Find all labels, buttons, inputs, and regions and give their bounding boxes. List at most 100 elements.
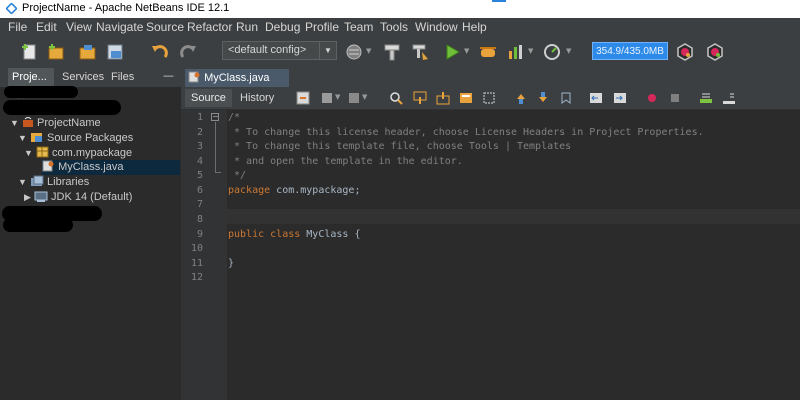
tree-item-project[interactable]: ▼ ProjectName [10,116,101,131]
last-edit-icon[interactable] [296,91,310,105]
menu-debug[interactable]: Debug [265,20,300,34]
globe-dropdown-icon[interactable]: ▼ [366,47,371,55]
debug-icon[interactable] [478,42,498,62]
fold-guide-end [215,172,221,173]
code-line[interactable]: * To change this template file, choose T… [228,141,571,152]
uncomment-icon[interactable] [722,91,736,105]
code-line[interactable]: */ [228,170,246,181]
configuration-select[interactable]: <default config> ▼ [222,41,337,60]
tree-item-package[interactable]: ▼ com.mypackage [24,146,132,161]
tab-files[interactable]: Files [107,68,138,87]
next-bookmark-icon[interactable] [536,91,550,105]
shift-right-icon[interactable] [613,91,627,105]
netbeans-logo-icon [5,2,18,15]
forward-icon[interactable] [347,91,361,105]
stop-macro-icon[interactable] [668,91,682,105]
menu-tools[interactable]: Tools [380,20,408,34]
line-number: 2 [196,127,203,138]
tree-label: Libraries [47,176,90,188]
redacted-area [3,218,73,232]
menu-edit[interactable]: Edit [36,20,57,34]
profile-icon[interactable] [506,42,526,62]
tree-item-jdk[interactable]: ▶ JDK 14 (Default) [24,190,132,205]
chevron-down-icon[interactable]: ▼ [319,42,336,59]
menu-help[interactable]: Help [462,20,487,34]
gauge-dropdown-icon[interactable]: ▼ [566,47,571,55]
profile-dropdown-icon[interactable]: ▼ [528,47,533,55]
code-line[interactable]: public class MyClass { [228,229,360,240]
build-icon[interactable] [382,42,402,62]
toggle-highlight-icon[interactable] [459,91,473,105]
code-line[interactable]: /* [228,112,240,123]
code-text: com.mypackage; [270,185,361,196]
line-number-gutter [181,110,207,400]
shift-left-icon[interactable] [589,91,603,105]
menu-navigate[interactable]: Navigate [96,20,143,34]
editor-toolbar: Source History ▼ ▼ [181,87,800,110]
expanded-arrow-icon[interactable]: ▼ [18,133,27,143]
gc-heap-icon[interactable] [705,42,725,62]
globe-icon[interactable] [344,42,364,62]
history-view-button[interactable]: History [234,89,280,107]
menu-team[interactable]: Team [344,20,373,34]
toggle-bookmark-icon[interactable] [559,91,573,105]
window-title: ProjectName - Apache NetBeans IDE 12.1 [22,2,230,14]
find-selection-icon[interactable] [389,91,403,105]
open-project-icon[interactable] [78,42,98,62]
line-number: 8 [196,214,203,225]
tree-item-source-packages[interactable]: ▼ Source Packages [18,131,133,146]
code-keyword: class [270,229,301,240]
previous-bookmark-icon[interactable] [514,91,528,105]
code-line[interactable]: * To change this license header, choose … [228,127,704,138]
find-previous-icon[interactable] [413,91,427,105]
package-icon [36,146,49,158]
menu-view[interactable]: View [66,20,92,34]
back-icon[interactable] [320,91,334,105]
collapsed-arrow-icon[interactable]: ▶ [24,192,31,202]
menu-refactor[interactable]: Refactor [187,20,232,34]
start-macro-icon[interactable] [645,91,659,105]
configuration-value: <default config> [228,44,307,56]
comment-icon[interactable] [699,91,713,105]
menu-window[interactable]: Window [415,20,458,34]
run-dropdown-icon[interactable]: ▼ [464,47,469,55]
close-project-icon[interactable] [106,42,126,62]
line-number: 4 [196,156,203,167]
menu-profile[interactable]: Profile [305,20,339,34]
code-line[interactable]: * and open the template in the editor. [228,156,463,167]
tab-services[interactable]: Services [58,68,108,87]
menu-source[interactable]: Source [146,20,184,34]
gc-icon[interactable] [675,42,695,62]
new-project-icon[interactable] [46,42,66,62]
undo-icon[interactable] [150,42,170,62]
source-view-button[interactable]: Source [185,89,232,107]
back-dropdown-icon[interactable]: ▼ [335,93,340,101]
find-next-icon[interactable] [436,91,450,105]
toggle-rect-selection-icon[interactable] [482,91,496,105]
gauge-icon[interactable] [542,42,562,62]
fold-toggle-icon[interactable]: − [211,113,219,121]
menu-bar: File Edit View Navigate Source Refactor … [0,18,800,36]
editor-tab-label: MyClass.java [204,72,270,84]
expanded-arrow-icon[interactable]: ▼ [10,118,19,128]
code-line[interactable]: package com.mypackage; [228,185,360,196]
expanded-arrow-icon[interactable]: ▼ [24,148,33,158]
line-number: 12 [190,272,203,283]
run-icon[interactable] [442,42,462,62]
tree-item-libraries[interactable]: ▼ Libraries [18,175,89,190]
redo-icon[interactable] [178,42,198,62]
menu-file[interactable]: File [8,20,27,34]
code-line[interactable]: } [228,258,234,269]
tab-projects[interactable]: Proje... ✕ [8,68,54,102]
forward-dropdown-icon[interactable]: ▼ [362,93,367,101]
minimize-icon[interactable]: — [163,69,174,82]
expanded-arrow-icon[interactable]: ▼ [18,177,27,187]
new-file-icon[interactable] [20,42,40,62]
editor-area: MyClass.java ✕ Source History ▼ ▼ − 1 2 [181,68,800,400]
tab-myclass-java[interactable]: MyClass.java ✕ [185,69,289,102]
clean-build-icon[interactable] [410,42,430,62]
line-number: 11 [190,258,203,269]
menu-run[interactable]: Run [236,20,258,34]
memory-indicator[interactable]: 354.9/435.0MB [592,42,668,60]
tree-item-myclass[interactable]: MyClass.java [42,160,180,175]
